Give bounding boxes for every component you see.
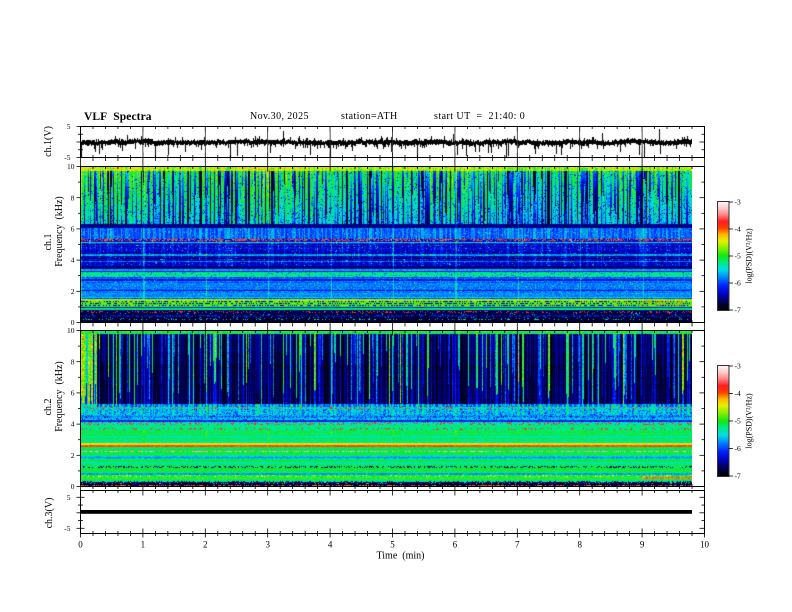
svg-text:4: 4 <box>328 540 333 550</box>
svg-text:7: 7 <box>515 540 520 550</box>
svg-text:2: 2 <box>203 540 208 550</box>
svg-text:2: 2 <box>71 287 75 296</box>
svg-text:ch.1(V): ch.1(V) <box>43 126 54 157</box>
svg-text:1: 1 <box>141 540 146 550</box>
svg-text:8: 8 <box>71 193 75 202</box>
svg-text:VLF Spectra: VLF Spectra <box>84 111 152 123</box>
svg-text:5: 5 <box>67 493 71 502</box>
svg-text:-4: -4 <box>735 225 741 234</box>
svg-text:-5: -5 <box>64 153 70 162</box>
svg-text:-3: -3 <box>735 362 741 371</box>
svg-text:10: 10 <box>700 540 710 550</box>
svg-text:log(PSD)(V²/Hz): log(PSD)(V²/Hz) <box>745 228 754 284</box>
svg-text:2: 2 <box>71 451 75 460</box>
svg-text:-4: -4 <box>735 389 741 398</box>
svg-text:4: 4 <box>71 420 75 429</box>
svg-text:5: 5 <box>67 122 71 131</box>
svg-text:-6: -6 <box>735 444 741 453</box>
svg-text:ch.2: ch.2 <box>43 399 54 416</box>
svg-text:10: 10 <box>67 162 75 171</box>
svg-text:-7: -7 <box>735 472 741 481</box>
svg-text:4: 4 <box>71 256 75 265</box>
svg-text:0: 0 <box>78 540 83 550</box>
svg-text:start UT = 21:40: 0: start UT = 21:40: 0 <box>434 111 525 122</box>
svg-text:Time (min): Time (min) <box>377 551 425 562</box>
svg-text:-7: -7 <box>735 306 741 315</box>
svg-text:-5: -5 <box>735 252 741 261</box>
svg-text:ch.1: ch.1 <box>43 234 54 251</box>
svg-text:0: 0 <box>71 318 75 327</box>
svg-text:0: 0 <box>71 482 75 491</box>
svg-text:ch.3(V): ch.3(V) <box>44 498 55 529</box>
svg-text:8: 8 <box>71 357 75 366</box>
svg-text:-3: -3 <box>735 198 741 207</box>
svg-text:-5: -5 <box>735 417 741 426</box>
svg-text:Nov.30, 2025: Nov.30, 2025 <box>250 111 309 122</box>
svg-text:station=ATH: station=ATH <box>341 111 398 122</box>
svg-text:9: 9 <box>640 540 645 550</box>
svg-text:-6: -6 <box>735 279 741 288</box>
svg-text:-5: -5 <box>64 524 70 533</box>
svg-text:6: 6 <box>71 389 75 398</box>
svg-text:6: 6 <box>453 540 458 550</box>
svg-text:10: 10 <box>67 326 75 335</box>
svg-text:5: 5 <box>390 540 395 550</box>
svg-text:8: 8 <box>577 540 582 550</box>
svg-text:Frequency (kHz): Frequency (kHz) <box>54 196 65 267</box>
svg-text:log(PSD)(V²/Hz): log(PSD)(V²/Hz) <box>745 393 754 449</box>
svg-text:Frequency (kHz): Frequency (kHz) <box>54 361 65 432</box>
svg-text:3: 3 <box>265 540 270 550</box>
svg-text:6: 6 <box>71 225 75 234</box>
